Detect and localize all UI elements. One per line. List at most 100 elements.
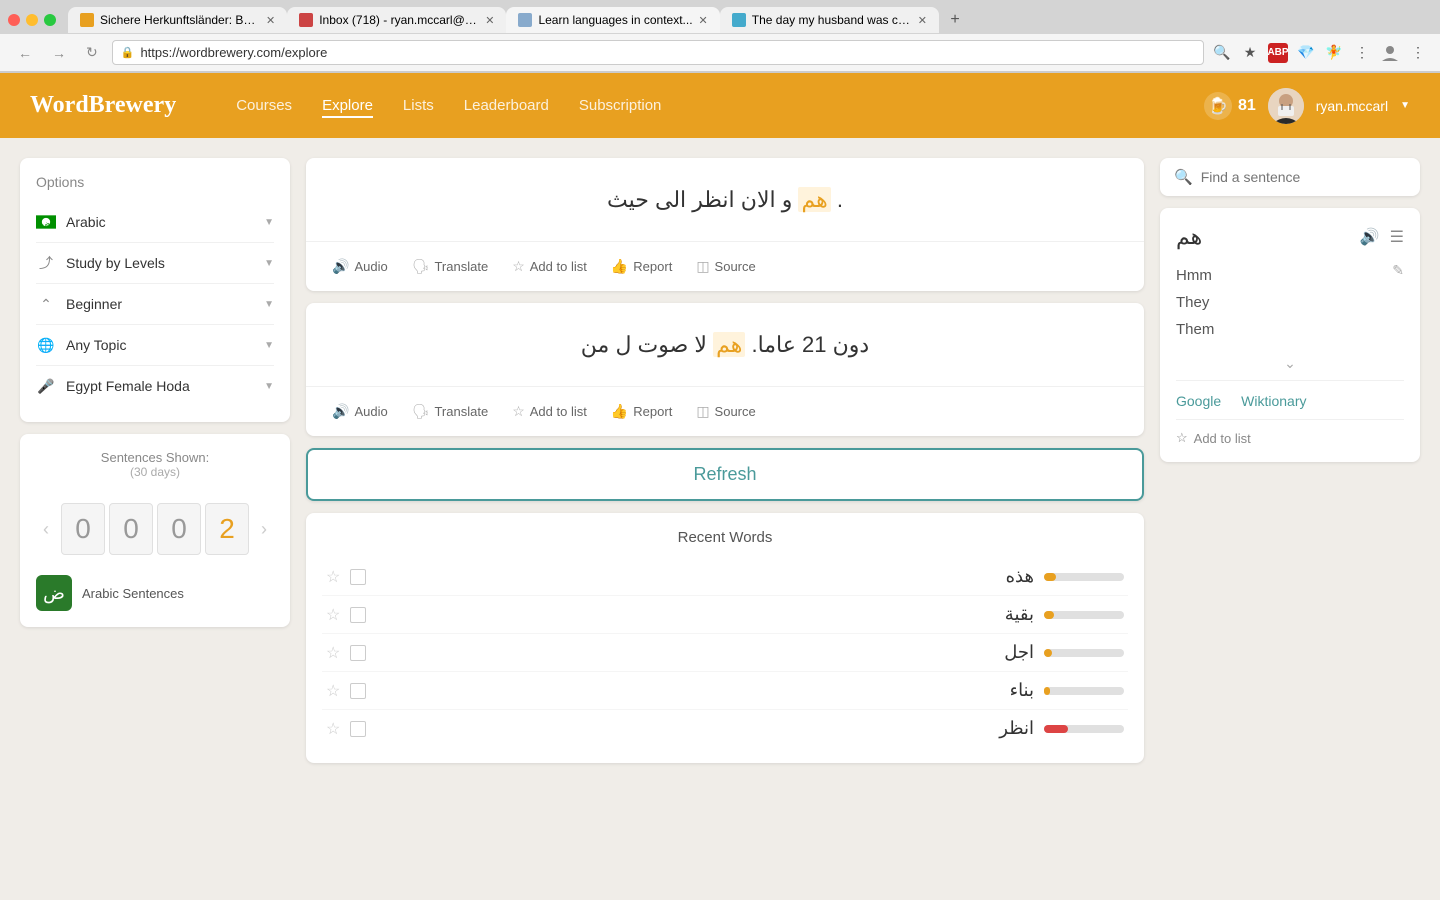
audio-btn-2[interactable]: 🔊 Audio	[322, 397, 398, 426]
nav-item-subscription[interactable]: Subscription	[579, 93, 662, 118]
word-star-0[interactable]: ☆	[326, 567, 340, 587]
browser-tab-1[interactable]: Sichere Herkunftsländer: Bun... ✕	[68, 7, 287, 33]
sentence-text-2: دون 21 عاما. هم لا صوت ل من	[306, 303, 1144, 386]
study-mode-arrow: ▼	[264, 258, 274, 269]
search-icon: 🔍	[1174, 168, 1193, 186]
star-icon-1: ☆	[512, 258, 525, 275]
add-to-list-btn-2[interactable]: ☆ Add to list	[502, 397, 597, 426]
tab-close-icon[interactable]: ✕	[918, 14, 927, 27]
user-avatar[interactable]	[1268, 88, 1304, 124]
chevron-down-icon: ⌄	[1284, 355, 1296, 372]
word-check-3[interactable]	[350, 683, 366, 699]
address-input[interactable]: 🔒 https://wordbrewery.com/explore	[112, 40, 1204, 65]
nav-item-courses[interactable]: Courses	[236, 93, 292, 118]
sentence-1-highlight: هم	[798, 187, 830, 212]
sentence-2-main: لا صوت ل من	[581, 332, 707, 357]
external-links: Google Wiktionary	[1176, 380, 1404, 409]
source-btn-1[interactable]: ◫ Source	[686, 252, 765, 281]
refresh-nav-button[interactable]: ↻	[80, 42, 104, 63]
close-window-btn[interactable]	[8, 14, 20, 26]
bookmark-toolbar-icon[interactable]: ★	[1240, 43, 1260, 63]
find-sentence-input[interactable]	[1201, 169, 1406, 185]
language-label: Arabic	[66, 214, 254, 230]
word-star-3[interactable]: ☆	[326, 681, 340, 701]
expand-btn[interactable]: ⌄	[1176, 355, 1404, 372]
app-logo[interactable]: WordBrewery	[30, 92, 176, 119]
source-btn-2[interactable]: ◫ Source	[686, 397, 765, 426]
word-check-4[interactable]	[350, 721, 366, 737]
translate-btn-2[interactable]: 🗣 Translate	[402, 397, 499, 426]
report-btn-2[interactable]: 👍 Report	[601, 397, 682, 426]
nav-item-leaderboard[interactable]: Leaderboard	[464, 93, 549, 118]
topic-option[interactable]: 🌐 Any Topic ▼	[36, 325, 274, 366]
digit-1: 0	[109, 503, 153, 555]
vpn-icon[interactable]: 💎	[1296, 43, 1316, 63]
sidebar: Options ض Arabic ▼ ⤴ Study by Levels ▼	[20, 158, 290, 863]
word-bar-fill-0	[1044, 573, 1056, 581]
language-option[interactable]: ض Arabic ▼	[36, 202, 274, 243]
new-tab-button[interactable]: +	[941, 6, 969, 34]
translate-icon-1: 🗣	[412, 258, 430, 275]
list-word-btn[interactable]: ☰	[1390, 227, 1404, 247]
maximize-window-btn[interactable]	[44, 14, 56, 26]
options-card: Options ض Arabic ▼ ⤴ Study by Levels ▼	[20, 158, 290, 422]
back-button[interactable]: ←	[12, 43, 38, 63]
word-check-1[interactable]	[350, 607, 366, 623]
word-star-4[interactable]: ☆	[326, 719, 340, 739]
level-option[interactable]: ⌃ Beginner ▼	[36, 284, 274, 325]
refresh-button[interactable]: Refresh	[306, 448, 1144, 501]
tab-favicon	[518, 13, 532, 27]
source-icon-1: ◫	[696, 258, 709, 275]
topic-arrow: ▼	[264, 340, 274, 351]
translate-btn-1[interactable]: 🗣 Translate	[402, 252, 499, 281]
edit-icon[interactable]: ✎	[1392, 262, 1404, 279]
next-arrow[interactable]: ›	[253, 515, 275, 544]
report-btn-1[interactable]: 👍 Report	[601, 252, 682, 281]
report-icon-2: 👍	[611, 403, 628, 420]
forward-button[interactable]: →	[46, 43, 72, 63]
word-check-0[interactable]	[350, 569, 366, 585]
nav-item-explore[interactable]: Explore	[322, 93, 373, 118]
google-link[interactable]: Google	[1176, 393, 1221, 409]
minimize-window-btn[interactable]	[26, 14, 38, 26]
menu-icon[interactable]: ⋮	[1408, 43, 1428, 63]
word-header: هم 🔊 ☰	[1176, 224, 1404, 250]
topic-label: Any Topic	[66, 337, 254, 353]
word-row-2: ☆ اجل	[322, 634, 1128, 672]
browser-tab-4[interactable]: The day my husband was cau... ✕	[720, 7, 939, 33]
voice-option[interactable]: 🎤 Egypt Female Hoda ▼	[36, 366, 274, 406]
tab-close-icon[interactable]: ✕	[485, 14, 494, 27]
audio-word-btn[interactable]: 🔊	[1360, 227, 1380, 247]
digit-3: 2	[205, 503, 249, 555]
tab-close-icon[interactable]: ✕	[699, 14, 708, 27]
level-arrow: ▼	[264, 299, 274, 310]
word-star-1[interactable]: ☆	[326, 605, 340, 625]
user-dropdown-arrow[interactable]: ▼	[1400, 100, 1410, 111]
audio-icon-1: 🔊	[332, 258, 349, 275]
main-content: . هم و الان انظر الى حيث 🔊 Audio 🗣 Trans…	[306, 158, 1144, 863]
nav-item-lists[interactable]: Lists	[403, 93, 434, 118]
tab-label: Sichere Herkunftsländer: Bun...	[100, 13, 260, 27]
word-row-4: ☆ انظر	[322, 710, 1128, 747]
tab-close-icon[interactable]: ✕	[266, 14, 275, 27]
word-check-2[interactable]	[350, 645, 366, 661]
wiktionary-link[interactable]: Wiktionary	[1241, 393, 1306, 409]
username[interactable]: ryan.mccarl	[1316, 98, 1388, 114]
study-mode-option[interactable]: ⤴ Study by Levels ▼	[36, 243, 274, 284]
extension-icon[interactable]: 🧚	[1324, 43, 1344, 63]
add-to-list-label: Add to list	[1194, 431, 1251, 446]
word-star-2[interactable]: ☆	[326, 643, 340, 663]
grid-icon[interactable]: ⋮	[1352, 43, 1372, 63]
browser-tab-2[interactable]: Inbox (718) - ryan.mccarl@gm... ✕	[287, 7, 506, 33]
adblock-icon[interactable]: ABP	[1268, 43, 1288, 63]
word-bar-0	[1044, 573, 1124, 581]
prev-arrow[interactable]: ‹	[35, 515, 57, 544]
search-toolbar-icon[interactable]: 🔍	[1212, 43, 1232, 63]
browser-tab-3[interactable]: Learn languages in context... ✕	[506, 7, 719, 33]
add-to-list-word-btn[interactable]: ☆ Add to list	[1176, 419, 1404, 446]
add-to-list-btn-1[interactable]: ☆ Add to list	[502, 252, 597, 281]
user-profile-icon[interactable]	[1380, 43, 1400, 63]
audio-btn-1[interactable]: 🔊 Audio	[322, 252, 398, 281]
address-bar: ← → ↻ 🔒 https://wordbrewery.com/explore …	[0, 34, 1440, 72]
chevron-up-icon: ⌃	[36, 294, 56, 314]
